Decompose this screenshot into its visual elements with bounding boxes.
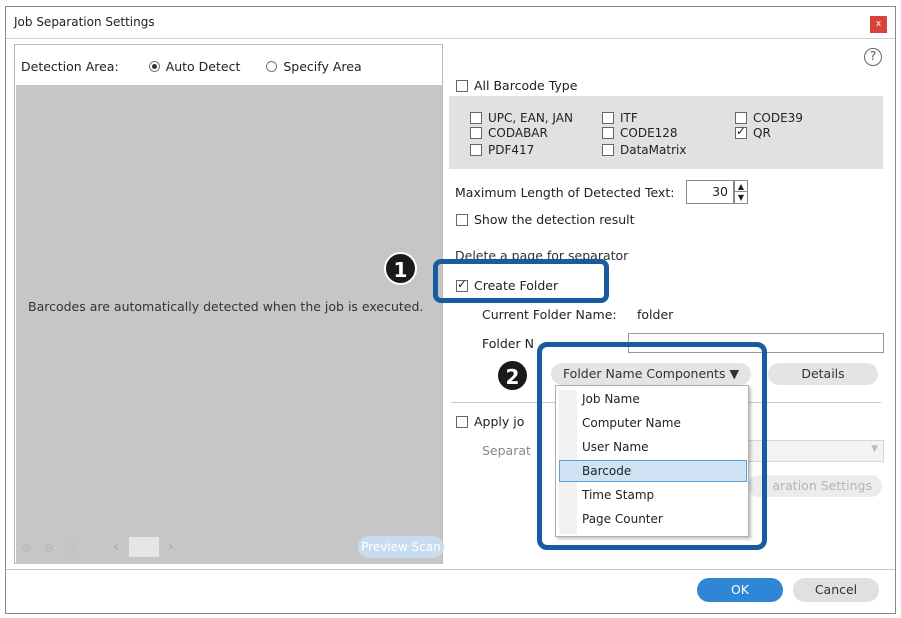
barcode-type-code39[interactable]: CODE39 xyxy=(735,111,803,125)
preview-message: Barcodes are automatically detected when… xyxy=(28,299,424,314)
detection-area-row: Detection Area: Auto Detect Specify Area xyxy=(21,58,388,74)
radio-specify-area[interactable]: Specify Area xyxy=(266,59,362,74)
close-button[interactable]: x xyxy=(870,16,887,33)
dialog-title: Job Separation Settings xyxy=(14,15,155,29)
detection-area-label: Detection Area: xyxy=(21,58,119,74)
separator-select[interactable]: ▼ xyxy=(748,440,884,462)
title-bar: Job Separation Settings x xyxy=(6,7,895,39)
checkbox-icon xyxy=(470,112,482,124)
stepper-up-icon[interactable]: ▲ xyxy=(735,181,747,192)
separator-label: Separat xyxy=(482,443,531,458)
max-length-stepper[interactable]: ▲ ▼ xyxy=(734,180,748,204)
chevron-down-icon: ▼ xyxy=(871,444,878,454)
barcode-type-itf[interactable]: ITF xyxy=(602,111,638,125)
max-length-input[interactable]: 30 xyxy=(686,180,734,204)
checkbox-icon xyxy=(456,213,468,226)
checkbox-icon xyxy=(602,112,614,124)
barcode-type-codabar[interactable]: CODABAR xyxy=(470,126,548,140)
barcode-type-code128[interactable]: CODE128 xyxy=(602,126,678,140)
radio-auto-detect[interactable]: Auto Detect xyxy=(148,59,240,74)
callout-highlight-components-menu xyxy=(537,342,767,550)
separation-settings-button[interactable]: aration Settings xyxy=(748,475,882,497)
preview-scan-button[interactable]: Preview Scan xyxy=(358,536,444,558)
cancel-button[interactable]: Cancel xyxy=(793,578,879,602)
checkbox-checked-icon xyxy=(735,124,747,139)
ok-button[interactable]: OK xyxy=(697,578,783,602)
current-folder-label: Current Folder Name: xyxy=(482,307,617,322)
checkbox-icon xyxy=(470,144,482,156)
checkbox-icon xyxy=(602,144,614,156)
checkbox-icon xyxy=(456,79,468,92)
details-button[interactable]: Details xyxy=(768,363,878,385)
max-length-label: Maximum Length of Detected Text: xyxy=(455,185,675,200)
callout-highlight-create-folder xyxy=(433,259,609,303)
barcode-type-pdf417[interactable]: PDF417 xyxy=(470,143,534,157)
callout-badge-1: 1 xyxy=(384,252,417,285)
checkbox-icon xyxy=(470,127,482,139)
stepper-down-icon[interactable]: ▼ xyxy=(735,192,747,203)
checkbox-icon xyxy=(735,112,747,124)
footer-divider xyxy=(6,569,895,570)
preview-panel: Detection Area: Auto Detect Specify Area… xyxy=(14,44,444,564)
barcode-type-qr[interactable]: QR xyxy=(735,124,771,140)
previous-page-icon[interactable]: ‹ xyxy=(113,539,119,555)
page-thumbnail xyxy=(129,537,159,557)
current-folder-value: folder xyxy=(637,307,674,322)
next-page-icon[interactable]: › xyxy=(168,539,174,555)
callout-badge-2: 2 xyxy=(496,359,529,392)
radio-unselected-icon xyxy=(266,60,278,72)
radio-selected-icon xyxy=(148,60,160,72)
zoom-controls-icon[interactable]: ⊕ ⊖ ⛶ xyxy=(22,541,78,556)
checkbox-icon xyxy=(456,415,468,428)
show-detection-result-checkbox[interactable]: Show the detection result xyxy=(456,212,635,227)
preview-area: Barcodes are automatically detected when… xyxy=(16,85,444,564)
all-barcode-type-checkbox[interactable]: All Barcode Type xyxy=(456,78,577,93)
folder-name-label: Folder N xyxy=(482,336,534,351)
checkbox-icon xyxy=(602,127,614,139)
barcode-type-datamatrix[interactable]: DataMatrix xyxy=(602,143,686,157)
barcode-type-upc[interactable]: UPC, EAN, JAN xyxy=(470,111,573,125)
apply-job-checkbox[interactable]: Apply jo xyxy=(456,414,524,429)
help-icon[interactable]: ? xyxy=(864,48,882,66)
